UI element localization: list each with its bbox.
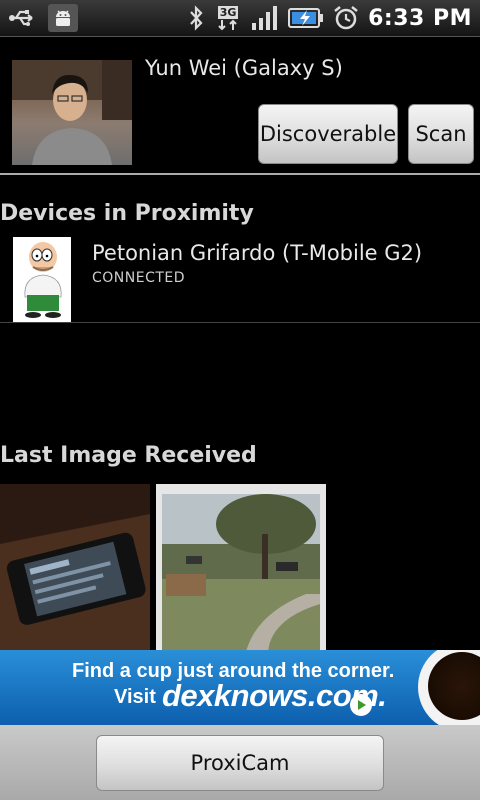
profile-name: Yun Wei (Galaxy S) [145, 56, 343, 80]
proxicam-button[interactable]: ProxiCam [96, 735, 384, 791]
received-image-thumbnail[interactable] [156, 484, 326, 652]
bottom-bar: ProxiCam [0, 725, 480, 800]
status-bar: 3G 6:33 PM [0, 0, 480, 37]
device-name: Petonian Grifardo (T-Mobile G2) [92, 241, 423, 265]
usb-icon [8, 8, 38, 28]
images-section-title: Last Image Received [0, 443, 257, 468]
device-status: CONNECTED [92, 270, 186, 286]
bluetooth-icon [187, 5, 205, 31]
device-avatar [13, 237, 71, 322]
discoverable-button[interactable]: Discoverable [258, 104, 398, 164]
section-divider [0, 173, 480, 175]
play-arrow-icon [350, 694, 372, 716]
coffee-cup-image [418, 650, 480, 725]
network-3g-icon: 3G [214, 4, 242, 32]
signal-icon [251, 5, 279, 31]
network-label: 3G [217, 5, 239, 19]
received-image-thumbnail[interactable] [0, 484, 150, 652]
profile-photo[interactable] [12, 60, 132, 165]
alarm-icon [333, 5, 359, 31]
android-debug-icon [48, 4, 78, 32]
battery-charging-icon [288, 6, 324, 30]
devices-section-title: Devices in Proximity [0, 201, 254, 226]
list-divider [0, 322, 480, 323]
ad-banner[interactable]: Find a cup just around the corner. Visit… [0, 650, 480, 725]
clock: 6:33 PM [368, 5, 472, 31]
scan-button[interactable]: Scan [408, 104, 474, 164]
ad-visit-label: Visit [114, 686, 156, 708]
